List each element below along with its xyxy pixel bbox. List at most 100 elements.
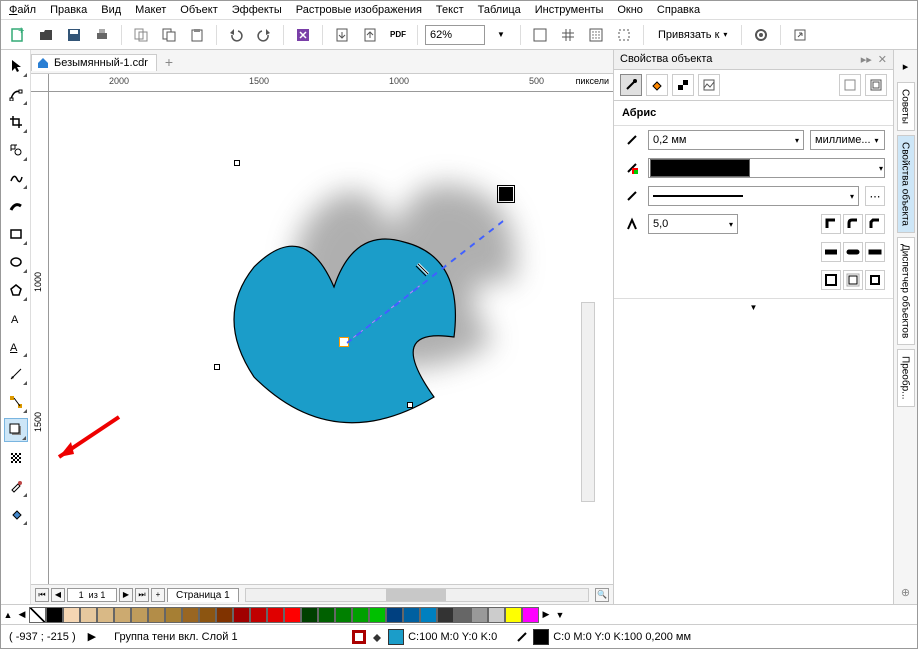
scrollbar-horizontal[interactable] <box>245 588 589 602</box>
drop-shadow-tool[interactable] <box>4 418 28 442</box>
fill-tool[interactable] <box>4 502 28 526</box>
scrollbar-vertical[interactable] <box>581 302 595 502</box>
menu-object[interactable]: Объект <box>180 4 217 16</box>
palette-swatch[interactable] <box>80 607 97 623</box>
menu-edit[interactable]: Правка <box>50 4 87 16</box>
pos-outside[interactable] <box>821 270 841 290</box>
palette-swatch[interactable] <box>301 607 318 623</box>
cap-round[interactable] <box>843 242 863 262</box>
menu-help[interactable]: Справка <box>657 4 700 16</box>
palette-swatch[interactable] <box>216 607 233 623</box>
export-button[interactable] <box>358 23 382 47</box>
print-button[interactable] <box>90 23 114 47</box>
zoom-level-input[interactable] <box>425 25 485 45</box>
status-fill[interactable]: C:100 M:0 Y:0 K:0 <box>352 629 497 645</box>
panel-close[interactable]: ✕ <box>878 53 887 66</box>
selection-handle[interactable] <box>234 160 240 166</box>
text-tool[interactable]: A <box>4 306 28 330</box>
snap-dropdown[interactable]: Привязать к▾ <box>651 26 734 44</box>
docker-object-properties[interactable]: Свойства объекта <box>897 135 915 233</box>
artistic-media-tool[interactable] <box>4 194 28 218</box>
palette-down[interactable]: ▼ <box>553 607 567 623</box>
menu-view[interactable]: Вид <box>101 4 121 16</box>
palette-swatch[interactable] <box>386 607 403 623</box>
grid-button[interactable] <box>556 23 580 47</box>
palette-swatch[interactable] <box>148 607 165 623</box>
ruler-origin[interactable] <box>31 74 49 92</box>
outline-width-input[interactable]: 0,2 мм▾ <box>648 130 804 150</box>
tab-misc2[interactable] <box>865 74 887 96</box>
object-shape[interactable] <box>204 197 504 457</box>
tab-misc1[interactable] <box>839 74 861 96</box>
outline-color-select[interactable]: ▾ <box>648 158 885 178</box>
dimension-tool[interactable] <box>4 362 28 386</box>
zoom-tool[interactable] <box>4 138 28 162</box>
expand-section[interactable]: ▼ <box>750 303 758 312</box>
tab-outline[interactable] <box>620 74 642 96</box>
palette-swatch[interactable] <box>250 607 267 623</box>
ellipse-tool[interactable] <box>4 250 28 274</box>
menu-file[interactable]: Файл <box>9 4 36 16</box>
table-tool[interactable]: A <box>4 334 28 358</box>
document-tab[interactable]: Безымянный-1.cdr <box>31 54 157 71</box>
palette-swatch[interactable] <box>267 607 284 623</box>
selection-handle[interactable] <box>214 364 220 370</box>
page-number-field[interactable] <box>67 588 117 602</box>
palette-swatch[interactable] <box>131 607 148 623</box>
palette-swatch[interactable] <box>488 607 505 623</box>
open-button[interactable] <box>34 23 58 47</box>
palette-swatch[interactable] <box>233 607 250 623</box>
fullscreen-button[interactable] <box>528 23 552 47</box>
docker-expand[interactable]: ▸ <box>894 54 918 78</box>
palette-swatch[interactable] <box>369 607 386 623</box>
new-tab-button[interactable]: + <box>157 52 181 72</box>
palette-swatch[interactable] <box>454 607 471 623</box>
rectangle-tool[interactable] <box>4 222 28 246</box>
ruler-horizontal[interactable]: 2000 1500 1000 500 пиксели <box>49 74 613 92</box>
docker-object-manager[interactable]: Диспетчер объектов <box>897 237 915 345</box>
import-button[interactable] <box>330 23 354 47</box>
palette-swatch[interactable] <box>114 607 131 623</box>
copy-button[interactable] <box>157 23 181 47</box>
docker-tips[interactable]: Советы <box>897 82 915 131</box>
options-button[interactable] <box>749 23 773 47</box>
zoom-dropdown[interactable]: ▼ <box>489 23 513 47</box>
docker-transform[interactable]: Преобр... <box>897 349 915 407</box>
menu-window[interactable]: Окно <box>617 4 643 16</box>
palette-swatch[interactable] <box>420 607 437 623</box>
page-add[interactable]: + <box>151 588 165 602</box>
tab-fill[interactable] <box>646 74 668 96</box>
tab-bitmap[interactable] <box>698 74 720 96</box>
corner-bevel[interactable] <box>865 214 885 234</box>
corner-miter[interactable] <box>821 214 841 234</box>
launch-button[interactable] <box>788 23 812 47</box>
menu-text[interactable]: Текст <box>436 4 464 16</box>
palette-swatch[interactable] <box>403 607 420 623</box>
save-button[interactable] <box>62 23 86 47</box>
palette-swatch[interactable] <box>46 607 63 623</box>
page-prev[interactable]: ◀ <box>51 588 65 602</box>
palette-left[interactable]: ◀ <box>15 607 29 623</box>
cap-flat[interactable] <box>821 242 841 262</box>
paste-button[interactable] <box>185 23 209 47</box>
page-last[interactable]: ⏭ <box>135 588 149 602</box>
palette-swatch[interactable] <box>182 607 199 623</box>
line-style-select[interactable]: ▾ <box>648 186 859 206</box>
menu-layout[interactable]: Макет <box>135 4 166 16</box>
palette-swatch[interactable] <box>335 607 352 623</box>
connector-tool[interactable] <box>4 390 28 414</box>
palette-swatch[interactable] <box>352 607 369 623</box>
palette-swatch[interactable] <box>471 607 488 623</box>
palette-swatch[interactable] <box>63 607 80 623</box>
page-first[interactable]: ⏮ <box>35 588 49 602</box>
eyedropper-tool[interactable] <box>4 474 28 498</box>
new-button[interactable]: + <box>6 23 30 47</box>
menu-tools[interactable]: Инструменты <box>535 4 604 16</box>
palette-swatch[interactable] <box>318 607 335 623</box>
menu-table[interactable]: Таблица <box>478 4 521 16</box>
freehand-tool[interactable] <box>4 166 28 190</box>
pick-tool[interactable] <box>4 54 28 78</box>
search-button[interactable] <box>291 23 315 47</box>
palette-swatch[interactable] <box>199 607 216 623</box>
redo-button[interactable] <box>252 23 276 47</box>
